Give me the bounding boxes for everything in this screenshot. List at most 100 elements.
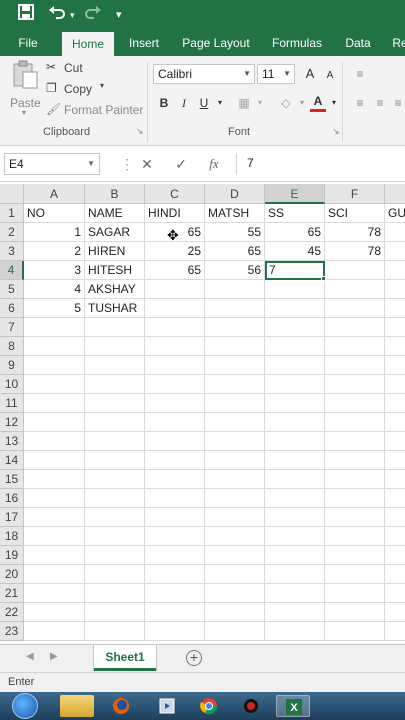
cell-d2[interactable]: 55: [205, 223, 265, 242]
row-header-12[interactable]: 12: [0, 413, 24, 432]
cell-a14[interactable]: [24, 451, 85, 470]
checkmark-icon[interactable]: ✓: [172, 154, 190, 174]
cell-d9[interactable]: [205, 356, 265, 375]
column-header-c[interactable]: C: [145, 184, 205, 204]
cell-b6[interactable]: TUSHAR: [85, 299, 145, 318]
cell-d13[interactable]: [205, 432, 265, 451]
cell-f20[interactable]: [325, 565, 385, 584]
cell-g14[interactable]: [385, 451, 405, 470]
row-header-4[interactable]: 4: [0, 261, 24, 280]
tab-file[interactable]: File: [8, 30, 48, 56]
cell-a15[interactable]: [24, 470, 85, 489]
cell-g21[interactable]: [385, 584, 405, 603]
cell-b14[interactable]: [85, 451, 145, 470]
underline-button[interactable]: U: [196, 94, 212, 112]
cell-a21[interactable]: [24, 584, 85, 603]
media-player-icon[interactable]: [150, 695, 184, 717]
row-header-9[interactable]: 9: [0, 356, 24, 375]
cell-e23[interactable]: [265, 622, 325, 641]
cell-f4[interactable]: [325, 261, 385, 280]
spreadsheet-grid[interactable]: ABCDEFG 12345678910111213141516171819202…: [0, 184, 405, 644]
align-left-icon[interactable]: ≡: [352, 94, 368, 112]
row-header-7[interactable]: 7: [0, 318, 24, 337]
cell-a8[interactable]: [24, 337, 85, 356]
fill-handle[interactable]: [321, 276, 326, 281]
cell-d6[interactable]: [205, 299, 265, 318]
cell-g22[interactable]: [385, 603, 405, 622]
cell-d3[interactable]: 65: [205, 242, 265, 261]
cell-f21[interactable]: [325, 584, 385, 603]
cell-g11[interactable]: [385, 394, 405, 413]
start-icon[interactable]: [12, 693, 38, 719]
column-header-e[interactable]: E: [265, 184, 325, 204]
cell-c3[interactable]: 25: [145, 242, 205, 261]
cell-d14[interactable]: [205, 451, 265, 470]
save-icon[interactable]: [18, 4, 34, 26]
cell-d19[interactable]: [205, 546, 265, 565]
row-header-19[interactable]: 19: [0, 546, 24, 565]
name-box[interactable]: E4 ▼: [4, 153, 100, 175]
cell-e12[interactable]: [265, 413, 325, 432]
cell-c13[interactable]: [145, 432, 205, 451]
cell-a20[interactable]: [24, 565, 85, 584]
decrease-font-size-button[interactable]: A: [322, 67, 338, 85]
cell-e19[interactable]: [265, 546, 325, 565]
cell-f9[interactable]: [325, 356, 385, 375]
cell-b17[interactable]: [85, 508, 145, 527]
row-header-17[interactable]: 17: [0, 508, 24, 527]
cell-c19[interactable]: [145, 546, 205, 565]
cell-g5[interactable]: [385, 280, 405, 299]
cell-a6[interactable]: 5: [24, 299, 85, 318]
cell-g9[interactable]: [385, 356, 405, 375]
cell-b13[interactable]: [85, 432, 145, 451]
cell-a22[interactable]: [24, 603, 85, 622]
align-center-icon[interactable]: ≡: [372, 94, 388, 112]
font-color-dropdown-icon[interactable]: ▾: [326, 94, 342, 112]
cell-b15[interactable]: [85, 470, 145, 489]
cell-f14[interactable]: [325, 451, 385, 470]
cell-b21[interactable]: [85, 584, 145, 603]
cell-d7[interactable]: [205, 318, 265, 337]
cell-b12[interactable]: [85, 413, 145, 432]
column-header-a[interactable]: A: [24, 184, 85, 204]
prev-sheet-icon[interactable]: ◀: [26, 651, 34, 662]
tab-insert[interactable]: Insert: [122, 30, 166, 56]
cell-a5[interactable]: 4: [24, 280, 85, 299]
row-header-1[interactable]: 1: [0, 204, 24, 223]
fill-color-dropdown-icon[interactable]: ▾: [294, 94, 310, 112]
cell-b9[interactable]: [85, 356, 145, 375]
copy-dropdown-icon[interactable]: ▾: [100, 81, 104, 90]
cell-e3[interactable]: 45: [265, 242, 325, 261]
cell-g1[interactable]: GU: [385, 204, 405, 223]
cell-f7[interactable]: [325, 318, 385, 337]
column-header-g[interactable]: G: [385, 184, 405, 204]
select-all-corner[interactable]: [0, 184, 24, 204]
cut-button[interactable]: ✂ Cut: [46, 60, 116, 78]
row-header-5[interactable]: 5: [0, 280, 24, 299]
tab-formulas[interactable]: Formulas: [266, 30, 328, 56]
tab-page-layout[interactable]: Page Layout: [178, 30, 254, 56]
cell-a18[interactable]: [24, 527, 85, 546]
redo-icon[interactable]: [84, 4, 102, 26]
cell-a17[interactable]: [24, 508, 85, 527]
cell-c23[interactable]: [145, 622, 205, 641]
cell-a4[interactable]: 3: [24, 261, 85, 280]
cell-d22[interactable]: [205, 603, 265, 622]
cell-c17[interactable]: [145, 508, 205, 527]
column-header-d[interactable]: D: [205, 184, 265, 204]
cell-g23[interactable]: [385, 622, 405, 641]
cell-g4[interactable]: [385, 261, 405, 280]
cell-e8[interactable]: [265, 337, 325, 356]
fill-color-icon[interactable]: ◇: [278, 94, 294, 112]
increase-font-size-button[interactable]: A: [302, 65, 318, 83]
row-header-3[interactable]: 3: [0, 242, 24, 261]
cell-d11[interactable]: [205, 394, 265, 413]
next-sheet-icon[interactable]: ▶: [50, 651, 58, 662]
cell-f12[interactable]: [325, 413, 385, 432]
cell-d17[interactable]: [205, 508, 265, 527]
cell-a12[interactable]: [24, 413, 85, 432]
cell-e1[interactable]: SS: [265, 204, 325, 223]
cell-c6[interactable]: [145, 299, 205, 318]
cell-c22[interactable]: [145, 603, 205, 622]
cell-c15[interactable]: [145, 470, 205, 489]
